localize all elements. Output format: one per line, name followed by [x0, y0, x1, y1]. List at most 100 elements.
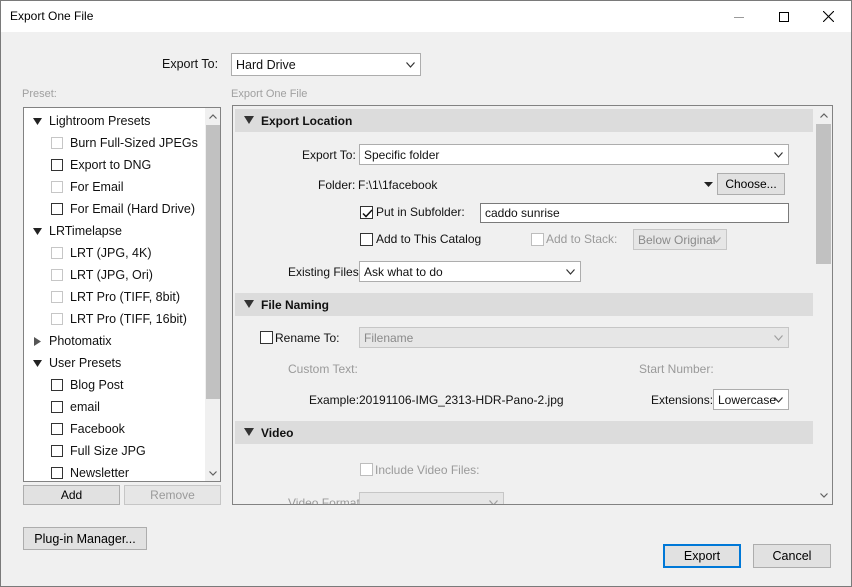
- preset-checkbox[interactable]: [51, 379, 63, 391]
- folder-path: F:\1\1facebook: [358, 178, 438, 192]
- scroll-down-arrow[interactable]: [205, 465, 220, 481]
- scroll-up-arrow[interactable]: [205, 108, 220, 124]
- scroll-down-arrow[interactable]: [815, 487, 832, 503]
- preset-label: Photomatix: [49, 334, 112, 348]
- chevron-down-icon: [566, 268, 575, 275]
- preset-label: LRT (JPG, 4K): [70, 246, 152, 260]
- preset-item[interactable]: email: [24, 396, 206, 418]
- preset-item[interactable]: Newsletter: [24, 462, 206, 481]
- preset-scrollbar[interactable]: [205, 108, 220, 481]
- export-to-select[interactable]: Hard Drive: [231, 53, 421, 76]
- preset-checkbox[interactable]: [51, 313, 63, 325]
- triangle-down-icon: [244, 116, 254, 124]
- rename-template-select[interactable]: Filename: [359, 327, 789, 348]
- video-format-select[interactable]: [359, 492, 504, 504]
- export-button[interactable]: Export: [663, 544, 741, 568]
- preset-checkbox[interactable]: [51, 467, 63, 479]
- include-video-label: Include Video Files:: [375, 463, 480, 477]
- preset-checkbox[interactable]: [51, 269, 63, 281]
- preset-checkbox[interactable]: [51, 401, 63, 413]
- minimize-button[interactable]: [716, 1, 761, 32]
- example-label: Example:: [309, 393, 360, 407]
- video-format-label: Video Format:: [288, 496, 364, 505]
- preset-checkbox[interactable]: [51, 423, 63, 435]
- close-icon: [823, 11, 834, 22]
- preset-checkbox[interactable]: [51, 203, 63, 215]
- preset-label: Lightroom Presets: [49, 114, 151, 128]
- preset-label: Full Size JPG: [70, 444, 146, 458]
- preset-label: Blog Post: [70, 378, 124, 392]
- triangle-down-icon[interactable]: [33, 227, 42, 236]
- preset-item[interactable]: LRT Pro (TIFF, 8bit): [24, 286, 206, 308]
- preset-checkbox[interactable]: [51, 181, 63, 193]
- preset-group[interactable]: Photomatix: [24, 330, 206, 352]
- folder-history-dropdown-icon[interactable]: [704, 182, 713, 188]
- preset-item[interactable]: Blog Post: [24, 374, 206, 396]
- chevron-up-icon: [819, 112, 828, 118]
- maximize-button[interactable]: [761, 1, 806, 32]
- preset-item[interactable]: Facebook: [24, 418, 206, 440]
- settings-scroll-thumb[interactable]: [816, 124, 831, 264]
- close-button[interactable]: [806, 1, 851, 32]
- remove-preset-button[interactable]: Remove: [124, 485, 221, 505]
- triangle-down-icon[interactable]: [33, 359, 42, 368]
- rename-to-checkbox[interactable]: [260, 331, 273, 344]
- preset-item[interactable]: LRT (JPG, Ori): [24, 264, 206, 286]
- preset-item[interactable]: For Email: [24, 176, 206, 198]
- rename-to-label: Rename To:: [275, 331, 340, 345]
- preset-group[interactable]: Lightroom Presets: [24, 110, 206, 132]
- preset-label: LRT Pro (TIFF, 8bit): [70, 290, 180, 304]
- extensions-select[interactable]: Lowercase: [713, 389, 789, 410]
- chevron-down-icon: [774, 396, 783, 403]
- chevron-down-icon: [406, 61, 415, 68]
- stack-position-value: Below Original: [638, 232, 716, 247]
- existing-files-select[interactable]: Ask what to do: [359, 261, 581, 282]
- preset-scroll-thumb[interactable]: [206, 125, 220, 399]
- preset-list: Lightroom Presets Burn Full-Sized JPEGs Ex…: [24, 108, 206, 481]
- plugin-manager-button[interactable]: Plug-in Manager...: [23, 527, 147, 550]
- subfolder-name-input[interactable]: caddo sunrise: [480, 203, 789, 223]
- preset-group[interactable]: LRTimelapse: [24, 220, 206, 242]
- preset-group[interactable]: User Presets: [24, 352, 206, 374]
- preset-item[interactable]: Full Size JPG: [24, 440, 206, 462]
- preset-item[interactable]: Export to DNG: [24, 154, 206, 176]
- scroll-up-arrow[interactable]: [815, 107, 832, 123]
- add-to-stack-checkbox[interactable]: [531, 233, 544, 246]
- triangle-down-icon[interactable]: [33, 117, 42, 126]
- triangle-right-icon[interactable]: [33, 336, 42, 346]
- section-title: File Naming: [261, 297, 330, 312]
- export-dialog: Export One File Export To: Hard Drive Pr…: [0, 0, 852, 587]
- export-to-label: Export To:: [162, 57, 219, 71]
- preset-label: LRTimelapse: [49, 224, 122, 238]
- preset-item[interactable]: LRT Pro (TIFF, 16bit): [24, 308, 206, 330]
- export-to-location-label: Export To:: [302, 148, 356, 162]
- section-video[interactable]: Video: [235, 421, 813, 444]
- preset-checkbox[interactable]: [51, 291, 63, 303]
- preset-item[interactable]: Burn Full-Sized JPEGs: [24, 132, 206, 154]
- section-file-naming[interactable]: File Naming: [235, 293, 813, 316]
- preset-caption: Preset:: [22, 88, 57, 100]
- preset-item[interactable]: For Email (Hard Drive): [24, 198, 206, 220]
- chevron-down-icon: [819, 492, 828, 498]
- choose-folder-button[interactable]: Choose...: [717, 173, 785, 195]
- include-video-checkbox[interactable]: [360, 463, 373, 476]
- add-preset-button[interactable]: Add: [23, 485, 120, 505]
- settings-scrollbar[interactable]: [815, 106, 832, 504]
- title-bar: Export One File: [1, 1, 851, 32]
- preset-checkbox[interactable]: [51, 247, 63, 259]
- settings-caption: Export One File: [231, 88, 308, 100]
- stack-position-select[interactable]: Below Original: [633, 229, 727, 250]
- export-location-select[interactable]: Specific folder: [359, 144, 789, 165]
- preset-label: Burn Full-Sized JPEGs: [70, 136, 198, 150]
- preset-label: User Presets: [49, 356, 122, 370]
- preset-item[interactable]: LRT (JPG, 4K): [24, 242, 206, 264]
- preset-checkbox[interactable]: [51, 445, 63, 457]
- preset-checkbox[interactable]: [51, 159, 63, 171]
- custom-text-label: Custom Text:: [288, 362, 358, 376]
- put-in-subfolder-checkbox[interactable]: [360, 206, 373, 219]
- preset-checkbox[interactable]: [51, 137, 63, 149]
- section-export-location[interactable]: Export Location: [235, 109, 813, 132]
- chevron-down-icon: [489, 499, 498, 504]
- cancel-button[interactable]: Cancel: [753, 544, 831, 568]
- add-to-catalog-checkbox[interactable]: [360, 233, 373, 246]
